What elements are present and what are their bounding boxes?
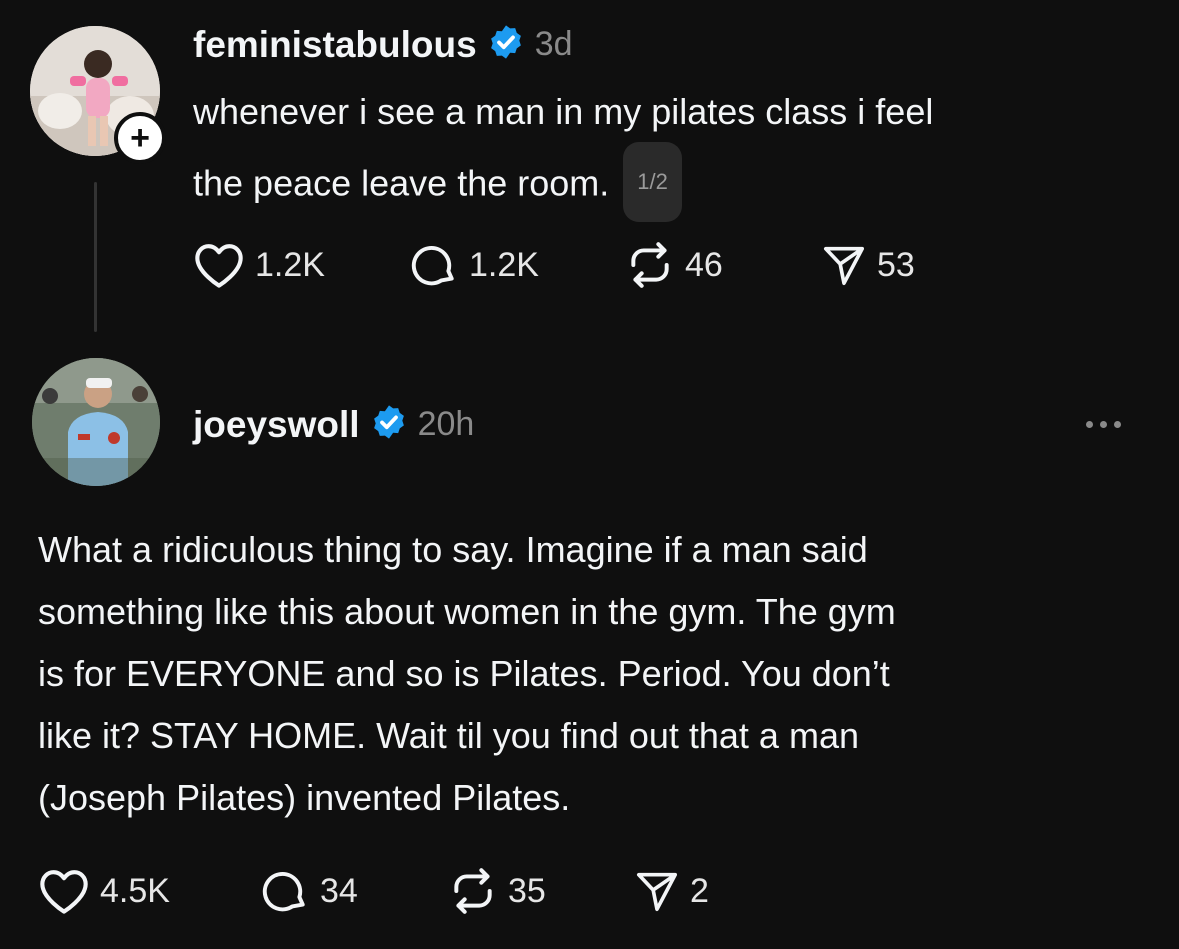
share-count: 2: [690, 871, 709, 910]
post-text-line: What a ridiculous thing to say. Imagine …: [38, 529, 868, 570]
repost-count: 35: [508, 871, 546, 910]
verified-badge-icon: [487, 23, 525, 66]
post-text-line: is for EVERYONE and so is Pilates. Perio…: [38, 653, 890, 694]
like-count: 4.5K: [100, 871, 170, 910]
reply-button[interactable]: 34: [260, 866, 448, 916]
heart-icon: [195, 244, 243, 288]
reply-count: 34: [320, 871, 358, 910]
post-time: 3d: [534, 25, 573, 63]
repost-button[interactable]: 46: [625, 242, 821, 288]
post-text: whenever i see a man in my pilates class…: [193, 78, 1153, 226]
send-icon: [823, 246, 865, 286]
like-button[interactable]: 1.2K: [193, 241, 409, 289]
post-2: joeyswoll 20h What a ridiculous thing to…: [0, 340, 1179, 949]
share-count: 53: [877, 245, 915, 284]
thread-connector-line: [94, 182, 97, 332]
repost-icon: [454, 868, 492, 914]
share-button[interactable]: 2: [634, 868, 754, 914]
send-icon: [636, 872, 678, 912]
share-button[interactable]: 53: [821, 242, 961, 288]
post-actions: 1.2K 1.2K 46 53: [193, 240, 961, 290]
post-text-line: like it? STAY HOME. Wait til you find ou…: [38, 715, 859, 756]
more-options-icon[interactable]: [1086, 421, 1121, 428]
verified-badge-icon: [370, 403, 408, 446]
repost-button[interactable]: 35: [448, 868, 634, 914]
thread-counter-badge[interactable]: 1/2: [623, 142, 682, 222]
like-count: 1.2K: [255, 245, 325, 284]
username[interactable]: feministabulous: [193, 26, 477, 63]
post-text-line: (Joseph Pilates) invented Pilates.: [38, 777, 571, 818]
post-header: joeyswoll 20h: [193, 402, 474, 446]
post-time: 20h: [417, 405, 475, 443]
repost-count: 46: [685, 245, 723, 284]
post-1: + feministabulous 3d whenever i see a ma…: [0, 0, 1179, 340]
post-text-line: the peace leave the room.: [193, 162, 610, 204]
post-text-line: something like this about women in the g…: [38, 591, 896, 632]
like-button[interactable]: 4.5K: [38, 867, 260, 915]
post-header: feministabulous 3d: [193, 22, 573, 66]
reply-count: 1.2K: [469, 245, 539, 284]
avatar-joeyswoll[interactable]: [32, 358, 160, 486]
username[interactable]: joeyswoll: [193, 406, 360, 443]
post-text: What a ridiculous thing to say. Imagine …: [38, 519, 1158, 829]
comment-icon: [411, 245, 454, 286]
repost-icon: [631, 242, 669, 288]
post-text-line-2: the peace leave the room. 1/2: [193, 142, 1153, 226]
reply-button[interactable]: 1.2K: [409, 240, 625, 290]
post-actions: 4.5K 34 35 2: [38, 866, 754, 916]
heart-icon: [40, 870, 88, 914]
post-text-line: whenever i see a man in my pilates class…: [193, 91, 934, 132]
follow-plus-icon[interactable]: +: [114, 112, 166, 164]
comment-icon: [262, 871, 305, 912]
